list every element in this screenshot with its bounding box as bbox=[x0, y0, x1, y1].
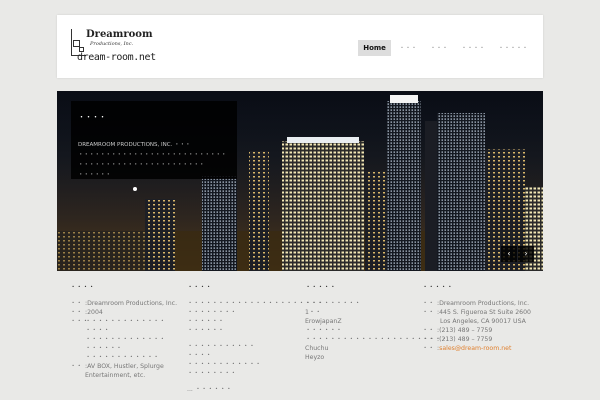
hero-caption-line: ・・・・・・ bbox=[78, 172, 112, 178]
hero-caption-line: ・・・・・・・・・・・・・・・・・・・・・・・ bbox=[78, 162, 205, 168]
row-value: ・・・・・・・・・・・・・ bbox=[85, 318, 166, 325]
contact-row: ・・:Dreamroom Productions, Inc. bbox=[422, 299, 552, 308]
business-line: ・・・・・・・・・・・・ bbox=[187, 361, 262, 368]
hero-slider: ・・・・ DREAMROOM PRODUCTIONS, INC. ・・・ ・・・… bbox=[57, 91, 543, 271]
row-label: ・・ bbox=[70, 363, 83, 370]
row-label bbox=[422, 317, 437, 326]
nav-item-4[interactable]: ・・・・ bbox=[456, 39, 490, 56]
contact-row: ・・: sales@dream-room.net bbox=[422, 344, 552, 353]
row-label bbox=[70, 371, 85, 380]
nav-item-5[interactable]: ・・・・・ bbox=[493, 39, 533, 56]
company-row: ・・・・ bbox=[70, 326, 180, 335]
company-row: ・・・・・・ bbox=[70, 344, 180, 353]
logo-title: Dreamroom bbox=[86, 29, 153, 40]
row-label: ・・ bbox=[422, 327, 435, 334]
logo-url: dream-room.net bbox=[77, 52, 156, 63]
works-line: Chuchu bbox=[305, 345, 329, 352]
row-label: ・・ bbox=[422, 345, 435, 352]
row-value: :445 S. Figueroa St Suite 2600 bbox=[437, 309, 531, 316]
business-line: ・・・・・・ bbox=[187, 318, 225, 325]
row-value: ・・・・・・・・・・・・ bbox=[85, 354, 160, 361]
logo-subtitle: Productions, Inc. bbox=[90, 41, 134, 47]
site-logo[interactable]: Dreamroom Productions, Inc. dream-room.n… bbox=[71, 25, 161, 71]
company-row: ・・:2004 bbox=[70, 308, 180, 317]
hero-caption-text: DREAMROOM PRODUCTIONS, INC. ・・・ ・・・・・・・・… bbox=[78, 140, 228, 180]
works-line: ErowjapanZ bbox=[305, 318, 342, 325]
hero-caption-line: ・・・・・・・・・・・・・・・・・・・・・・・・・・・ bbox=[78, 152, 227, 158]
contact-row: ・・:(213) 489 – 7759 bbox=[422, 335, 552, 344]
row-label bbox=[70, 326, 85, 335]
slider-next-button[interactable]: › bbox=[518, 246, 534, 262]
company-row: ・・:Dreamroom Productions, Inc. bbox=[70, 299, 180, 308]
chevron-left-icon: ‹ bbox=[507, 249, 511, 258]
works-info: ・・・・・ ・・・・・・・・・ 1・・ ErowjapanZ ・・・・・・ ・・… bbox=[305, 283, 448, 362]
row-label: ・・ bbox=[70, 309, 83, 316]
company-row: Entertainment, etc. bbox=[70, 371, 180, 380]
slider-prev-button[interactable]: ‹ bbox=[501, 246, 517, 262]
row-label bbox=[70, 344, 85, 353]
contact-info-title: ・・・・・ bbox=[422, 284, 453, 291]
business-line: ・・・・・・・・・・・・・・・・・・・・・・ bbox=[187, 300, 324, 307]
company-row: ・・・ ・・・・・・・・・・・・・ bbox=[70, 317, 180, 326]
row-label bbox=[70, 353, 85, 362]
business-line: ・・・・・・・・ bbox=[187, 309, 237, 316]
row-value: :Dreamroom Productions, Inc. bbox=[85, 300, 178, 307]
company-info-title: ・・・・ bbox=[70, 284, 95, 291]
business-line: ・・・・ bbox=[187, 352, 212, 359]
row-label: ・・ bbox=[422, 309, 435, 316]
row-value: ・・・・・・・・・・・・・ bbox=[85, 336, 166, 343]
email-link[interactable]: sales@dream-room.net bbox=[439, 344, 511, 353]
hero-caption-line: DREAMROOM PRODUCTIONS, INC. ・・・ bbox=[78, 142, 191, 148]
business-info-title: ・・・・ bbox=[187, 284, 212, 291]
works-line: 1・・ bbox=[305, 309, 322, 316]
company-row: ・・:AV BOX, Hustler, Splurge bbox=[70, 362, 180, 371]
nav-item-2[interactable]: ・・・ bbox=[394, 39, 422, 56]
row-value: Entertainment, etc. bbox=[85, 372, 146, 379]
row-label: ・・ bbox=[70, 300, 83, 307]
row-label bbox=[70, 335, 85, 344]
hero-caption: ・・・・ DREAMROOM PRODUCTIONS, INC. ・・・ ・・・… bbox=[71, 101, 237, 179]
hero-caption-title: ・・・・ bbox=[78, 113, 106, 121]
row-label: ・・・ bbox=[70, 318, 89, 325]
contact-row: Los Angeles, CA 90017 USA bbox=[422, 317, 552, 326]
contact-row: ・・:445 S. Figueroa St Suite 2600 bbox=[422, 308, 552, 317]
business-line: ・・・・・・・・ bbox=[187, 370, 237, 377]
company-row: ・・・・・・・・・・・・ bbox=[70, 353, 180, 362]
company-row: ・・・・・・・・・・・・・ bbox=[70, 335, 180, 344]
business-line: ・・・・・・ bbox=[187, 327, 225, 334]
works-line: ・・・・・・・・・ bbox=[305, 300, 361, 307]
works-line: ・・・・・・ bbox=[305, 327, 343, 334]
chevron-right-icon: › bbox=[524, 249, 528, 258]
company-info: ・・・・ ・・:Dreamroom Productions, Inc. ・・:2… bbox=[70, 283, 180, 380]
row-label: ・・ bbox=[422, 336, 435, 343]
contact-info: ・・・・・ ・・:Dreamroom Productions, Inc. ・・:… bbox=[422, 283, 552, 353]
business-line: ・・・・・・・・・・・ bbox=[187, 343, 256, 350]
business-more: ... ・・・・・・ bbox=[187, 386, 232, 393]
row-value: ・・・・・・ bbox=[85, 345, 123, 352]
row-value: Los Angeles, CA 90017 USA bbox=[440, 318, 526, 325]
site-header: Dreamroom Productions, Inc. dream-room.n… bbox=[57, 15, 543, 78]
row-label: ・・ bbox=[422, 300, 435, 307]
row-value: :Dreamroom Productions, Inc. bbox=[437, 300, 530, 307]
contact-row: ・・:(213) 489 – 7759 bbox=[422, 326, 552, 335]
row-value: ・・・・ bbox=[85, 327, 110, 334]
works-info-title: ・・・・・ bbox=[305, 284, 336, 291]
nav-item-3[interactable]: ・・・ bbox=[425, 39, 453, 56]
row-value: :2004 bbox=[85, 309, 103, 316]
row-value: :(213) 489 – 7759 bbox=[437, 336, 493, 343]
row-value: :(213) 489 – 7759 bbox=[437, 327, 493, 334]
works-line: ・・・・・・・・・・・・・・・・・・・・・・・ bbox=[305, 336, 448, 343]
main-nav: Home ・・・ ・・・ ・・・・ ・・・・・ bbox=[355, 39, 533, 56]
works-line: Heyzo bbox=[305, 354, 325, 361]
business-info: ・・・・ ・・・・・・・・・・・・・・・・・・・・・・ ・・・・・・・・ ・・・… bbox=[187, 283, 324, 394]
logo-square bbox=[73, 40, 80, 47]
row-value: :AV BOX, Hustler, Splurge bbox=[85, 363, 164, 370]
nav-home[interactable]: Home bbox=[358, 39, 391, 56]
